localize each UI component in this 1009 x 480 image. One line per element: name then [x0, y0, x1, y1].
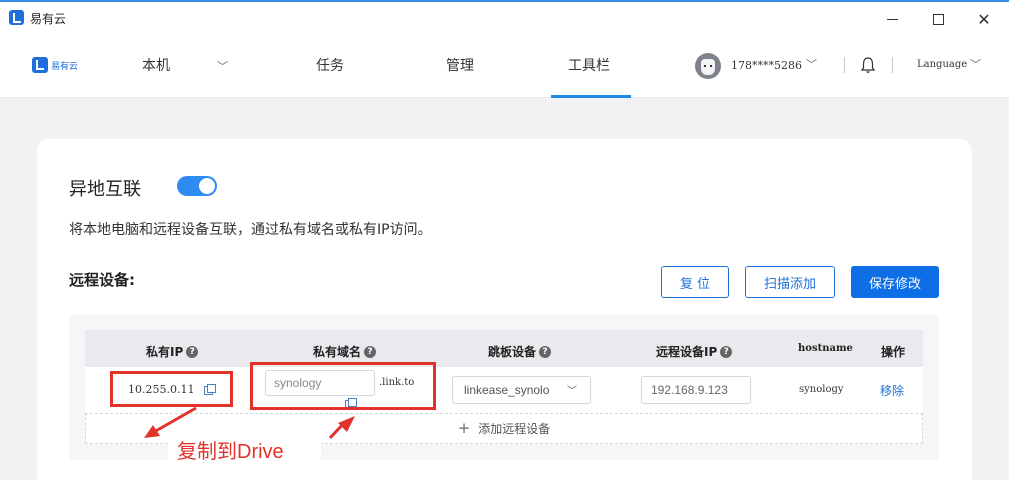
highlight-box-ip [110, 371, 233, 407]
user-account[interactable]: 178****5286 [731, 59, 802, 72]
window-title: 易有云 [30, 12, 67, 26]
language-selector[interactable]: Language [917, 59, 967, 70]
hostname-value: synology [799, 384, 844, 395]
nav-item-manage[interactable]: 管理 [446, 55, 474, 75]
chevron-down-icon[interactable]: ﹀ [806, 56, 817, 72]
help-icon[interactable]: ? [539, 345, 552, 358]
header-label: 跳板设备 [488, 345, 537, 359]
title-bar: 易有云 ✕ [0, 0, 1009, 34]
save-changes-button[interactable]: 保存修改 [851, 266, 939, 298]
chevron-down-icon[interactable]: ﹀ [567, 382, 577, 397]
help-icon[interactable]: ? [364, 345, 377, 358]
header-label: 操作 [881, 345, 906, 359]
header-private-ip: 私有IP? [146, 343, 199, 360]
divider [844, 57, 845, 73]
header-remote-ip: 远程设备IP? [656, 343, 733, 360]
help-icon[interactable]: ? [720, 345, 733, 358]
plus-icon: + [457, 419, 471, 437]
reset-button[interactable]: 复 位 [661, 266, 729, 298]
highlight-box-domain [250, 362, 436, 410]
nav-item-local[interactable]: 本机 [142, 55, 170, 75]
remote-devices-label: 远程设备: [69, 271, 135, 289]
chevron-down-icon[interactable]: ﹀ [970, 56, 981, 72]
minimize-button[interactable] [877, 6, 907, 32]
app-logo-icon [9, 10, 24, 25]
minimize-icon [886, 18, 898, 20]
remote-interconnect-toggle[interactable] [177, 176, 217, 196]
header-label: 私有域名 [313, 345, 362, 359]
active-tab-indicator [551, 95, 631, 98]
divider [892, 57, 893, 73]
toggle-knob [199, 178, 215, 194]
nav-item-toolbar[interactable]: 工具栏 [568, 55, 610, 75]
close-icon: ✕ [977, 9, 991, 29]
brand-text: 易有云 [51, 61, 79, 72]
header-label: hostname [798, 343, 853, 354]
chevron-down-icon[interactable]: ﹀ [217, 58, 228, 74]
remote-ip-input[interactable]: 192.168.9.123 [641, 376, 751, 404]
avatar[interactable] [695, 53, 721, 79]
remove-button[interactable]: 移除 [880, 382, 904, 399]
header-actions: 操作 [881, 343, 905, 360]
logo-icon [32, 57, 48, 73]
maximize-button[interactable] [923, 6, 953, 32]
nav-item-tasks[interactable]: 任务 [316, 55, 344, 75]
description-text: 将本地电脑和远程设备互联，通过私有域名或私有IP访问。 [69, 222, 432, 238]
header-private-domain: 私有域名? [313, 343, 377, 360]
add-remote-device-label: 添加远程设备 [478, 422, 551, 436]
page-title: 异地互联 [69, 179, 141, 200]
header-hostname: hostname [798, 343, 853, 354]
nav-bar: 易有云 本机 ﹀ 任务 管理 工具栏 178****5286 ﹀ Languag… [0, 34, 1009, 98]
brand-logo[interactable]: 易有云 [32, 56, 78, 74]
header-label: 远程设备IP [656, 345, 718, 359]
header-label: 私有IP [146, 345, 184, 359]
header-jump-device: 跳板设备? [488, 343, 552, 360]
scan-add-button[interactable]: 扫描添加 [745, 266, 835, 298]
annotation-label: 复制到Drive [168, 437, 321, 467]
close-button[interactable]: ✕ [969, 6, 999, 32]
help-icon[interactable]: ? [186, 345, 199, 358]
bell-icon[interactable] [860, 56, 876, 74]
maximize-icon [932, 13, 944, 25]
